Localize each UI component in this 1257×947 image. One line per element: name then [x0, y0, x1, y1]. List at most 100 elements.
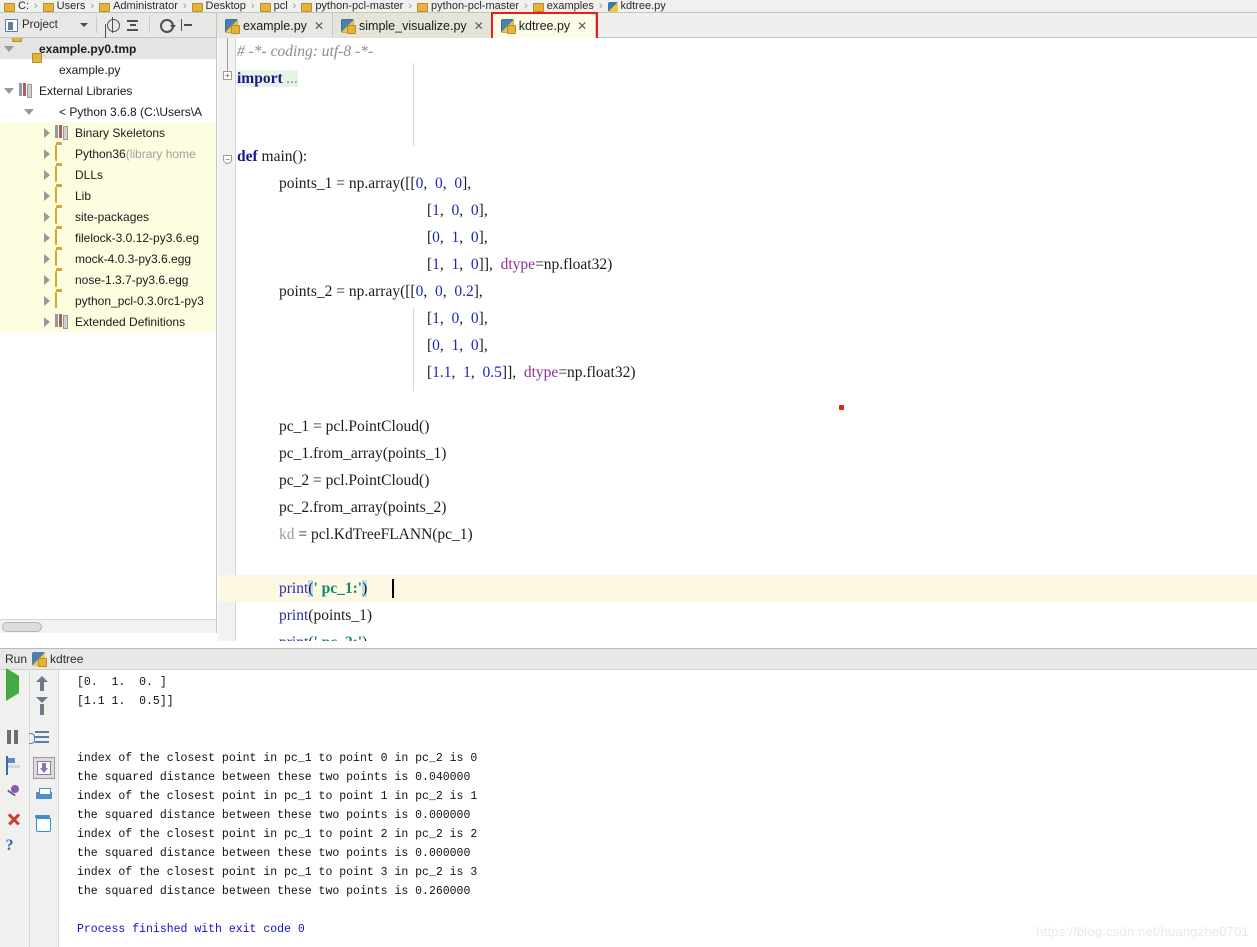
code-line[interactable]: kd = pcl.KdTreeFLANN(pc_1) [279, 521, 473, 548]
close-icon[interactable] [6, 811, 24, 829]
code-line[interactable]: def main(): [237, 143, 307, 170]
hide-panel-icon[interactable] [178, 17, 194, 33]
breadcrumb-item[interactable]: Desktop [191, 0, 246, 12]
breadcrumb-item[interactable]: python-pcl-master [301, 0, 403, 12]
breadcrumb-item[interactable]: examples [532, 0, 594, 12]
breadcrumb-item[interactable]: kdtree.py [607, 0, 666, 12]
breadcrumb-separator: › [90, 0, 95, 12]
collapse-all-icon[interactable] [125, 17, 141, 33]
tab-bar-filler [596, 13, 1257, 38]
watermark: https://blog.csdn.net/huangzhe0701 [1036, 924, 1249, 939]
editor-gutter[interactable]: + − [218, 38, 236, 648]
help-icon[interactable]: ? [6, 838, 24, 856]
soft-wrap-icon[interactable] [35, 730, 53, 748]
code-line[interactable]: [1, 1, 0]], dtype=np.float32) [427, 251, 612, 278]
project-tree-panel[interactable]: example.py0.tmp example.py External Librar… [0, 38, 217, 633]
chevron-right-icon[interactable] [44, 295, 50, 306]
breadcrumb-item[interactable]: python-pcl-master [417, 0, 519, 12]
chevron-right-icon[interactable] [44, 127, 50, 138]
code-text-area[interactable]: # -*- coding: utf-8 -*- import ... def mai… [218, 38, 1257, 648]
chevron-right-icon[interactable] [44, 169, 50, 180]
tab-close-icon[interactable]: ✕ [577, 20, 587, 32]
code-line[interactable]: [1.1, 1, 0.5]], dtype=np.float32) [427, 359, 636, 386]
breadcrumb-item[interactable]: Users [42, 0, 85, 12]
pause-icon[interactable] [6, 730, 24, 748]
editor-tab-kdtree-py[interactable]: kdtree.py ✕ [492, 13, 597, 38]
code-line[interactable]: print(points_1) [279, 602, 372, 629]
tree-item[interactable]: python_pcl-0.3.0rc1-py3 [0, 290, 216, 311]
code-editor[interactable]: + − # -*- coding: utf-8 -*- import ... def … [218, 38, 1257, 648]
tree-item[interactable]: nose-1.3.7-py3.6.egg [0, 269, 216, 290]
code-line[interactable]: [0, 1, 0], [427, 332, 488, 359]
tree-item[interactable]: mock-4.0.3-py3.6.egg [0, 248, 216, 269]
fold-expand-icon[interactable]: + [223, 71, 232, 80]
text-caret [392, 579, 394, 598]
project-tree-hscrollbar[interactable] [0, 619, 216, 633]
code-line[interactable]: print(' pc_1:') [279, 575, 368, 602]
tree-item[interactable]: Python36 (library home [0, 143, 216, 164]
tree-item[interactable]: filelock-3.0.12-py3.6.eg [0, 227, 216, 248]
folder-icon [55, 165, 71, 183]
chevron-down-icon[interactable] [4, 87, 14, 94]
console-line: the squared distance between these two p… [77, 885, 471, 898]
books-icon [55, 314, 71, 330]
chevron-right-icon[interactable] [44, 190, 50, 201]
chevron-down-icon[interactable] [24, 108, 34, 115]
project-panel-header[interactable]: Project [0, 13, 217, 38]
code-line[interactable]: pc_2.from_array(points_2) [279, 494, 446, 521]
breadcrumb: C: › Users › Administrator › Desktop › pcl › pytho… [0, 0, 1257, 13]
scroll-down-icon[interactable] [35, 703, 53, 721]
code-line[interactable]: pc_1 = pcl.PointCloud() [279, 413, 429, 440]
tab-close-icon[interactable]: ✕ [474, 20, 484, 32]
code-line[interactable]: [1, 0, 0], [427, 197, 488, 224]
folder-icon [532, 2, 544, 12]
breadcrumb-item[interactable]: C: [4, 0, 29, 12]
code-line[interactable]: [0, 1, 0], [427, 224, 488, 251]
stop-icon[interactable] [6, 703, 24, 721]
run-icon[interactable] [5, 668, 24, 701]
tree-item[interactable]: Binary Skeletons [0, 122, 216, 143]
chevron-right-icon[interactable] [44, 211, 50, 222]
pycharm-ide-window: C: › Users › Administrator › Desktop › pcl › pytho… [0, 0, 1257, 947]
code-line[interactable]: pc_2 = pcl.PointCloud() [279, 467, 429, 494]
settings-gear-icon[interactable] [158, 17, 176, 33]
code-line[interactable]: pc_1.from_array(points_1) [279, 440, 446, 467]
breadcrumb-item[interactable]: pcl [259, 0, 288, 12]
chevron-right-icon[interactable] [44, 316, 50, 327]
tree-item[interactable]: Extended Definitions [0, 311, 216, 332]
tree-item[interactable]: DLLs [0, 164, 216, 185]
chevron-right-icon[interactable] [44, 253, 50, 264]
code-line[interactable]: points_1 = np.array([[0, 0, 0], [279, 170, 471, 197]
scrollbar-thumb[interactable] [2, 622, 42, 632]
chevron-right-icon[interactable] [44, 232, 50, 243]
chevron-right-icon[interactable] [44, 274, 50, 285]
editor-tab-example-py[interactable]: example.py ✕ [217, 13, 333, 38]
chevron-right-icon[interactable] [44, 148, 50, 159]
tree-item[interactable]: site-packages [0, 206, 216, 227]
editor-tab-simple_visualize-py[interactable]: simple_visualize.py ✕ [333, 13, 493, 38]
red-dot-marker [839, 405, 844, 410]
print-icon[interactable] [35, 788, 53, 806]
tree-item[interactable]: Lib [0, 185, 216, 206]
layout-icon[interactable] [5, 756, 24, 775]
scroll-up-icon[interactable] [35, 676, 53, 694]
clear-all-icon[interactable] [35, 815, 53, 833]
breadcrumb-item[interactable]: Administrator [99, 0, 178, 12]
tree-item[interactable]: External Libraries [0, 80, 216, 101]
code-line[interactable]: # -*- coding: utf-8 -*- [237, 38, 373, 65]
scroll-to-end-icon[interactable] [33, 757, 55, 779]
tree-item[interactable]: example.py [0, 59, 216, 80]
code-line[interactable]: import ... [237, 65, 299, 92]
fold-collapse-icon[interactable]: − [223, 155, 232, 164]
run-console-output[interactable]: [0. 1. 0. ] [1.1 1. 0.5]] index of the clo… [59, 670, 1257, 947]
editor-bottom-edge [218, 641, 1257, 648]
code-line[interactable]: points_2 = np.array([[0, 0, 0.2], [279, 278, 483, 305]
chevron-down-icon[interactable] [79, 23, 88, 27]
chevron-down-icon[interactable] [4, 45, 14, 52]
code-line[interactable]: [1, 0, 0], [427, 305, 488, 332]
locate-icon[interactable] [105, 17, 121, 33]
tree-item[interactable]: < Python 3.6.8 (C:\Users\A [0, 101, 216, 122]
folder-icon [191, 2, 203, 12]
tab-close-icon[interactable]: ✕ [314, 20, 324, 32]
pin-icon[interactable] [6, 784, 24, 802]
